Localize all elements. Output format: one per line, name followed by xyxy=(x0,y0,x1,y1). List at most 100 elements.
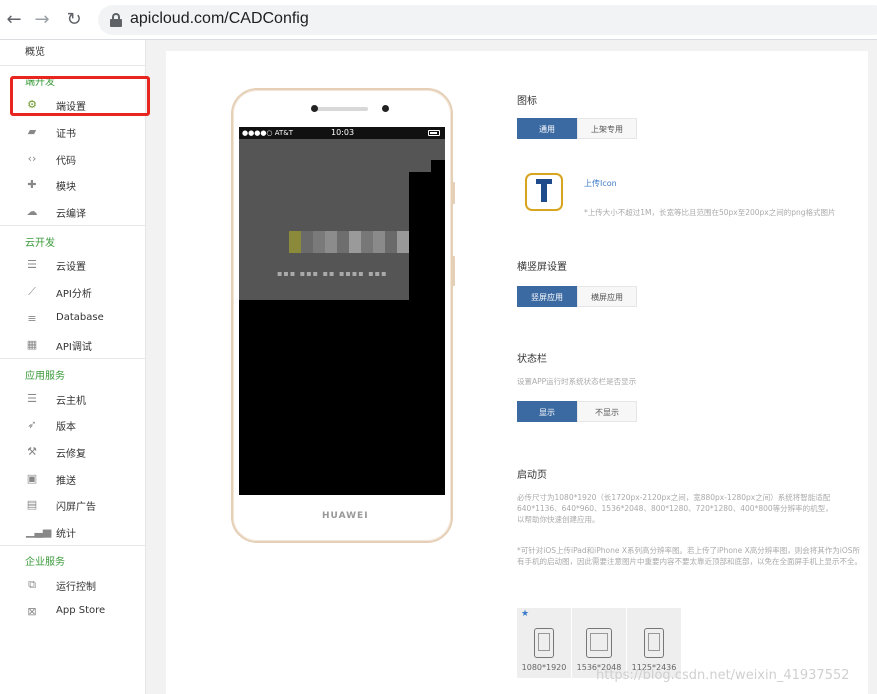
upload-icon-link[interactable]: 上传Icon xyxy=(584,178,617,189)
launch-ios-hint: *可针对iOS上传iPad和iPhone X系列高分辨率图。若上传了iPhone… xyxy=(517,546,862,566)
divider xyxy=(0,65,146,66)
sidebar-item-label: Database xyxy=(56,312,104,323)
sidebar-item-version[interactable]: ➶ 版本 xyxy=(0,414,146,436)
sidebar-item-label: 版本 xyxy=(56,422,76,433)
sidebar-item-api-analysis[interactable]: ⟋ API分析 xyxy=(0,281,146,303)
sidebar-item-certificate[interactable]: ▰ 证书 xyxy=(0,121,146,143)
server-icon: ☰ xyxy=(27,392,37,405)
sidebar-item-run-control[interactable]: ⧉ 运行控制 xyxy=(0,574,146,596)
icon-tabs: 通用 上架专用 xyxy=(517,118,637,139)
tab-hide[interactable]: 不显示 xyxy=(577,401,637,422)
blurred-logo xyxy=(289,231,409,253)
puzzle-icon: ✚ xyxy=(27,178,37,191)
thumb-size-label: 1080*1920 xyxy=(521,663,567,672)
tablet-device-icon xyxy=(586,628,612,658)
sidebar-item-cloud-settings[interactable]: ☰ 云设置 xyxy=(0,254,146,276)
t-logo-icon xyxy=(536,179,552,202)
sidebar-item-database[interactable]: ≡ Database xyxy=(0,308,146,330)
forward-arrow-icon[interactable]: → xyxy=(31,9,53,31)
sidebar-item-label: 统计 xyxy=(56,529,76,540)
tab-store-release[interactable]: 上架专用 xyxy=(577,118,637,139)
sidebar-item-cloud-host[interactable]: ☰ 云主机 xyxy=(0,388,146,410)
splash-preview: ▪▪▪ ▪▪▪ ▪▪ ▪▪▪▪ ▪▪▪ xyxy=(239,139,409,300)
phone-brand: HUAWEI xyxy=(322,511,369,521)
sidebar-item-label: 云编译 xyxy=(56,209,86,220)
divider xyxy=(0,545,146,546)
tab-landscape[interactable]: 横屏应用 xyxy=(577,286,637,307)
sidebar-item-cloud-fix[interactable]: ⚒ 云修复 xyxy=(0,441,146,463)
orientation-section-title: 横竖屏设置 xyxy=(517,262,567,273)
back-arrow-icon[interactable]: ← xyxy=(3,9,25,31)
sidebar-item-code[interactable]: ‹› 代码 xyxy=(0,148,146,170)
star-icon: ★ xyxy=(521,609,530,619)
phone-sensor xyxy=(311,105,318,112)
sidebar-item-push[interactable]: ▣ 推送 xyxy=(0,468,146,490)
statusbar-hint: 设置APP运行时系统状态栏是否显示 xyxy=(517,377,637,386)
launch-hint: 必传尺寸为1080*1920（长1720px-2120px之间，宽880px-1… xyxy=(517,493,833,524)
orientation-tabs: 竖屏应用 横屏应用 xyxy=(517,286,637,307)
wrench-icon: ⚒ xyxy=(27,445,37,458)
sidebar-item-label: 运行控制 xyxy=(56,582,96,593)
splash-preview-edge xyxy=(409,172,445,300)
tab-show[interactable]: 显示 xyxy=(517,401,577,422)
sidebar: 概览 端开发 ⚙ 端设置 ▰ 证书 ‹› 代码 ✚ 模块 ☁ 云编译 云开发 ☰… xyxy=(0,40,146,694)
divider xyxy=(0,225,146,226)
sidebar-item-label: API分析 xyxy=(56,289,92,300)
url-text: apicloud.com/CADConfig xyxy=(130,10,309,27)
sidebar-item-api-debug[interactable]: ▦ API调试 xyxy=(0,334,146,356)
icon-section-title: 图标 xyxy=(517,96,537,107)
carrier-label: ●●●●○ AT&T xyxy=(242,129,294,137)
phone-speaker xyxy=(314,107,368,111)
code-icon: ‹› xyxy=(27,152,37,165)
section-title: 云开发 xyxy=(25,238,55,249)
debug-icon: ▦ xyxy=(26,338,38,351)
store-icon: ⊠ xyxy=(27,605,37,618)
time-label: 10:03 xyxy=(331,128,355,137)
sidebar-item-label: 云设置 xyxy=(56,262,86,273)
tab-portrait[interactable]: 竖屏应用 xyxy=(517,286,577,307)
sidebar-item-label: 闪屏广告 xyxy=(56,502,96,513)
launch-section-title: 启动页 xyxy=(517,470,547,481)
sidebar-item-modules[interactable]: ✚ 模块 xyxy=(0,174,146,196)
app-icon-preview[interactable] xyxy=(525,173,563,211)
address-bar[interactable]: apicloud.com/CADConfig xyxy=(98,5,877,35)
sidebar-item-label: 推送 xyxy=(56,476,76,487)
section-title: 企业服务 xyxy=(25,557,65,568)
chart-icon: ⟋ xyxy=(28,285,36,298)
lock-icon xyxy=(110,13,122,27)
phone-camera xyxy=(382,105,389,112)
red-annotation-box xyxy=(10,76,150,116)
phone-device-icon xyxy=(644,628,664,658)
sidebar-item-label: 证书 xyxy=(56,129,76,140)
sidebar-item-app-store[interactable]: ⊠ App Store xyxy=(0,601,146,623)
sidebar-item-statistics[interactable]: ▁▃▅ 统计 xyxy=(0,521,146,543)
billboard-icon: ▤ xyxy=(26,498,38,511)
sidebar-item-label: 代码 xyxy=(56,156,76,167)
stats-icon: ▁▃▅ xyxy=(26,525,52,538)
sidebar-item-splash-ads[interactable]: ▤ 闪屏广告 xyxy=(0,494,146,516)
sidebar-item-label: 云修复 xyxy=(56,449,86,460)
sidebar-item-label: 模块 xyxy=(56,182,76,193)
sidebar-item-label: App Store xyxy=(56,605,106,616)
push-icon: ▣ xyxy=(26,472,38,485)
certificate-icon: ▰ xyxy=(27,125,37,138)
sidebar-item-cloud-compile[interactable]: ☁ 云编译 xyxy=(0,201,146,223)
phone-screen: ●●●●○ AT&T 10:03 ▪▪▪ ▪▪▪ ▪▪ ▪▪▪▪ ▪▪▪ xyxy=(239,127,445,495)
tab-general[interactable]: 通用 xyxy=(517,118,577,139)
statusbar-tabs: 显示 不显示 xyxy=(517,401,637,422)
reload-icon[interactable]: ↻ xyxy=(63,9,85,31)
phone-side-button xyxy=(452,256,455,286)
icon-hint: *上传大小不超过1M，长宽等比且范围在50px至200px之间的png格式图片 xyxy=(584,208,836,217)
divider xyxy=(0,358,146,359)
sidebar-item-label: 云主机 xyxy=(56,396,86,407)
sidebar-item-label: API调试 xyxy=(56,342,92,353)
rocket-icon: ➶ xyxy=(27,418,37,431)
browser-toolbar: ← → ↻ apicloud.com/CADConfig xyxy=(0,0,877,40)
sliders-icon: ☰ xyxy=(27,258,37,271)
phone-status-bar: ●●●●○ AT&T 10:03 xyxy=(239,127,445,139)
sidebar-item-overview[interactable]: 概览 xyxy=(25,43,45,58)
database-icon: ≡ xyxy=(27,312,37,325)
phone-side-button xyxy=(452,182,455,204)
statusbar-section-title: 状态栏 xyxy=(517,354,547,365)
launch-thumb-phone[interactable]: ★ 1080*1920 xyxy=(517,608,571,678)
